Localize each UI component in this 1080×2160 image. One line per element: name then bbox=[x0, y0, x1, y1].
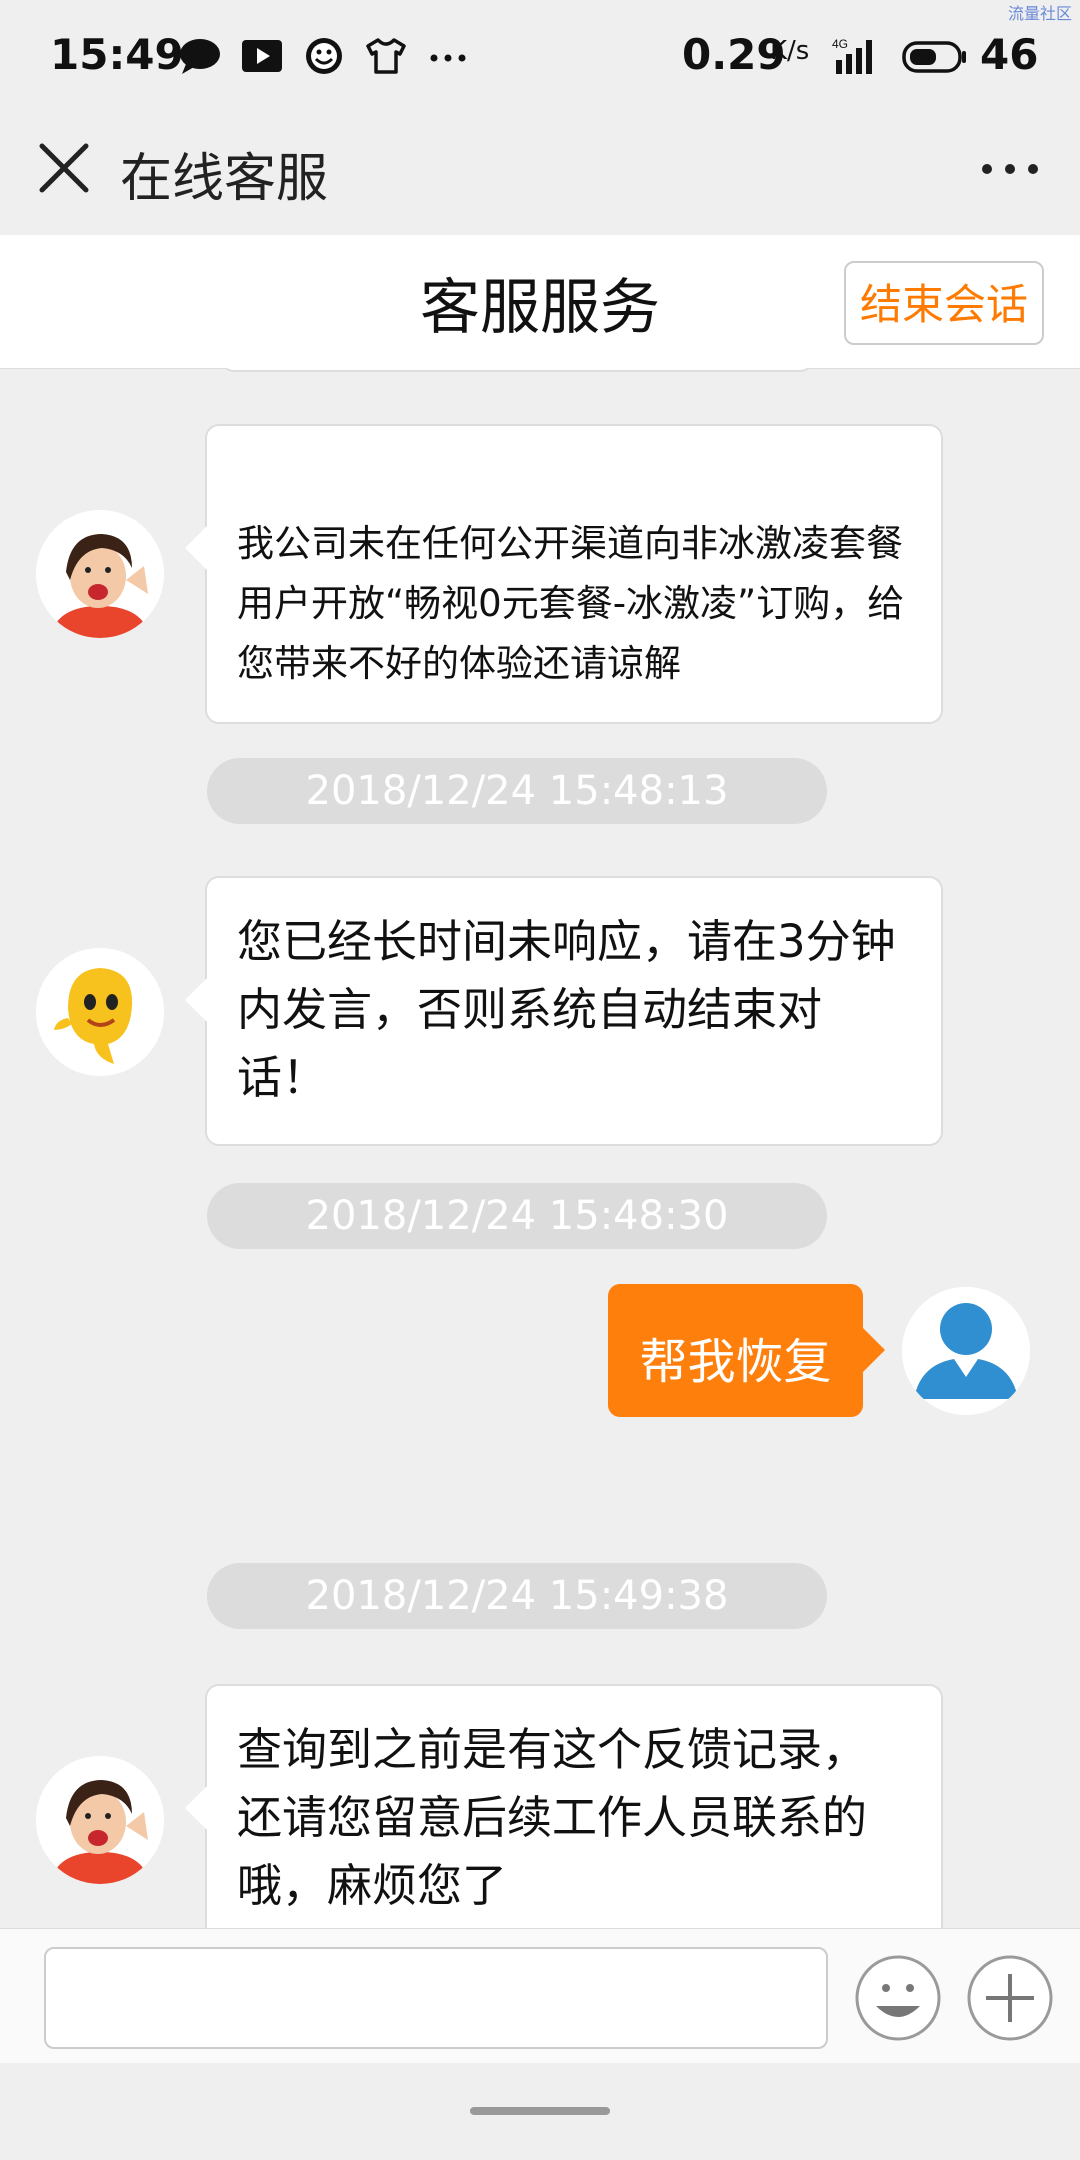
bubble-tail bbox=[185, 1786, 207, 1830]
agent-message-text: 我公司未在任何公开渠道向非冰激凌套餐用户开放“畅视0元套餐-冰激凌”订购，给您带… bbox=[237, 522, 905, 685]
agent-woman-avatar-icon bbox=[36, 510, 164, 638]
end-session-button[interactable]: 结束会话 bbox=[844, 261, 1044, 345]
close-icon[interactable] bbox=[36, 140, 92, 196]
agent-message-text: 查询到之前是有这个反馈记录，还请您留意后续工作人员联系的哦，麻烦您了 bbox=[237, 1723, 868, 1912]
add-attachment-icon[interactable] bbox=[966, 1954, 1054, 2042]
battery-icon bbox=[902, 41, 966, 73]
bubble-tail bbox=[863, 1328, 885, 1372]
message-timestamp: 2018/12/24 15:48:30 bbox=[207, 1183, 827, 1249]
more-options-icon[interactable] bbox=[980, 162, 1040, 176]
watermark: 流量社区 bbox=[1007, 4, 1072, 23]
agent-message-bubble: 查询到之前是有这个反馈记录，还请您留意后续工作人员联系的哦，麻烦您了 bbox=[185, 1684, 943, 1928]
network-speed-unit: K/s bbox=[770, 36, 810, 66]
tshirt-icon bbox=[366, 38, 406, 74]
system-navigation-bar bbox=[0, 2063, 1080, 2160]
message-input[interactable] bbox=[44, 1947, 828, 2049]
system-message-bubble: 您已经长时间未响应，请在3分钟内发言，否则系统自动结束对话！ bbox=[185, 876, 943, 1146]
battery-level: 46 bbox=[980, 30, 1039, 79]
previous-message-bubble-edge bbox=[220, 368, 814, 372]
agent-message-bubble: 我公司未在任何公开渠道向非冰激凌套餐用户开放“畅视0元套餐-冰激凌”订购，给您带… bbox=[185, 424, 943, 724]
message-timestamp: 2018/12/24 15:49:38 bbox=[207, 1563, 827, 1629]
bubble-tail bbox=[185, 526, 207, 570]
page-title: 在线客服 bbox=[120, 149, 329, 209]
user-message-bubble: 帮我恢复 bbox=[608, 1284, 885, 1417]
user-avatar-icon bbox=[902, 1287, 1030, 1415]
more-dots-icon bbox=[430, 54, 466, 62]
bubble-tail bbox=[185, 978, 207, 1022]
status-time: 15:49 bbox=[50, 30, 184, 79]
message-timestamp: 2018/12/24 15:48:13 bbox=[207, 758, 827, 824]
service-header: 客服服务 结束会话 bbox=[0, 235, 1080, 369]
home-gesture-handle[interactable] bbox=[470, 2107, 610, 2115]
smiley-icon bbox=[306, 38, 342, 74]
system-avatar bbox=[36, 948, 164, 1076]
agent-woman-avatar-icon bbox=[36, 1756, 164, 1884]
network-type: 4G bbox=[832, 37, 848, 51]
signal-icon: 4G bbox=[832, 37, 872, 74]
agent-avatar bbox=[36, 510, 164, 638]
message-icon bbox=[180, 39, 220, 74]
user-message-text: 帮我恢复 bbox=[639, 1334, 832, 1390]
emoji-icon[interactable] bbox=[854, 1954, 942, 2042]
status-bar: 15:49 0.29 K/s 4G 46 流量社区 bbox=[0, 0, 1080, 110]
message-input-bar bbox=[0, 1928, 1080, 2064]
top-navigation-bar: 在线客服 bbox=[0, 110, 1080, 235]
user-avatar bbox=[902, 1287, 1030, 1415]
chat-message-list[interactable]: 我公司未在任何公开渠道向非冰激凌套餐用户开放“畅视0元套餐-冰激凌”订购，给您带… bbox=[0, 368, 1080, 1928]
mascot-avatar-icon bbox=[36, 948, 164, 1076]
play-icon bbox=[242, 40, 282, 72]
system-message-text: 您已经长时间未响应，请在3分钟内发言，否则系统自动结束对话！ bbox=[237, 915, 896, 1104]
agent-avatar bbox=[36, 1756, 164, 1884]
